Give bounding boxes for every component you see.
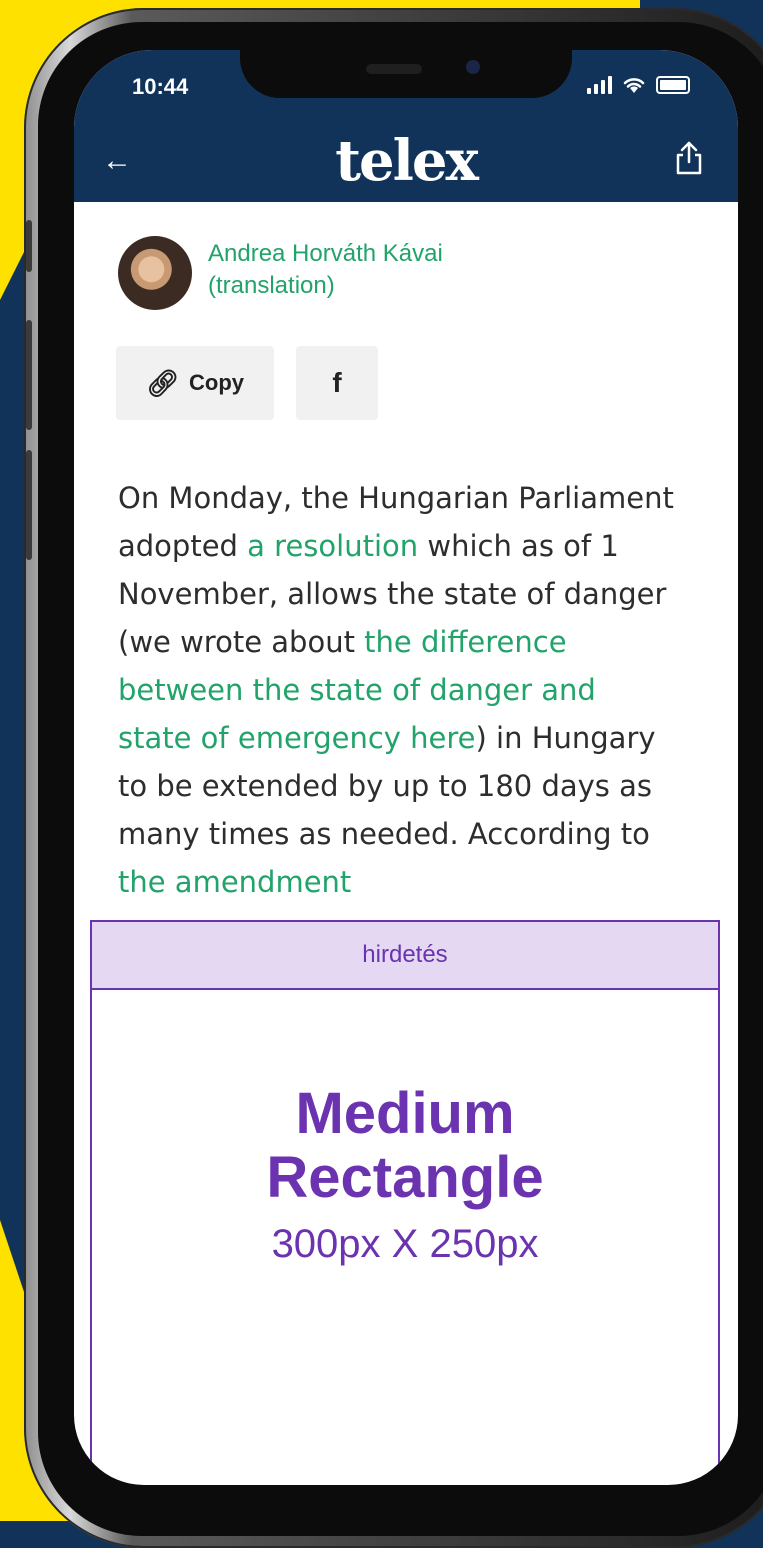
telex-logo[interactable]: telex	[74, 128, 738, 194]
side-button-volume-down	[26, 450, 32, 560]
link-resolution[interactable]: a resolution	[247, 529, 418, 563]
ad-title: Medium Rectangle	[92, 1082, 718, 1210]
status-icons	[587, 76, 690, 94]
ad-placeholder[interactable]: hirdetés Medium Rectangle 300px X 250px	[90, 920, 720, 1485]
ad-size: 300px X 250px	[271, 1222, 539, 1266]
battery-icon	[656, 76, 690, 94]
ad-title-line2: Rectangle	[266, 1145, 544, 1210]
copy-link-button[interactable]: 🔗︎ Copy	[116, 346, 274, 420]
copy-label: Copy	[189, 370, 244, 395]
author-role: (translation)	[208, 272, 335, 299]
wifi-icon	[623, 78, 645, 93]
phone-notch	[240, 50, 572, 98]
facebook-icon: f	[332, 367, 342, 398]
status-time: 10:44	[132, 74, 189, 99]
author-byline: Andrea Horváth Kávai (translation)	[118, 236, 508, 310]
author-avatar[interactable]	[118, 236, 192, 310]
speaker-grille	[366, 64, 422, 74]
author-name: Andrea Horváth Kávai	[208, 240, 443, 267]
app-header: 10:44 ← telex	[74, 50, 738, 202]
author-name-link[interactable]: Andrea Horváth Kávai (translation)	[208, 238, 508, 302]
ad-label: hirdetés	[92, 922, 718, 990]
signal-icon	[587, 76, 612, 94]
link-amendment[interactable]: the amendment	[118, 865, 351, 899]
side-button-volume-up	[26, 320, 32, 430]
phone-screen: 10:44 ← telex Andrea Horváth Kávai (tran…	[74, 50, 738, 1485]
link-icon: 🔗︎	[145, 367, 179, 398]
article-body: On Monday, the Hungarian Parliament adop…	[118, 474, 678, 906]
share-buttons: 🔗︎ Copy f	[116, 346, 378, 420]
ad-title-line1: Medium	[295, 1081, 515, 1146]
facebook-share-button[interactable]: f	[296, 346, 378, 420]
share-icon[interactable]	[674, 140, 704, 176]
front-camera-icon	[466, 60, 480, 74]
side-button-silent	[26, 220, 32, 272]
